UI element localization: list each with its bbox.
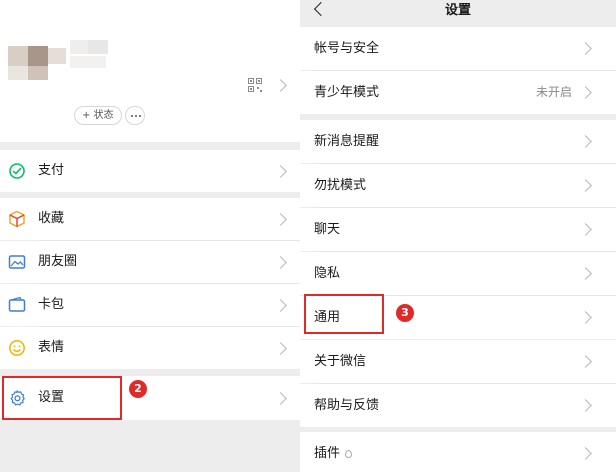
- status-row: + 状态: [0, 106, 300, 126]
- settings-item-label: 关于微信: [314, 354, 367, 369]
- settings-item-label: 插件: [314, 446, 341, 461]
- settings-item-label: 隐私: [314, 266, 341, 281]
- menu-item-stickers[interactable]: 表情: [0, 327, 300, 369]
- settings-item-label: 聊天: [314, 222, 341, 237]
- profile-chevron-right-icon: [274, 79, 287, 92]
- menu-item-label: 收藏: [38, 211, 65, 226]
- chevron-right-icon: [579, 267, 592, 280]
- settings-item-label: 帮助与反馈: [314, 398, 380, 413]
- menu-item-moments[interactable]: 朋友圈: [0, 241, 300, 283]
- add-status-button[interactable]: + 状态: [74, 106, 122, 125]
- favorites-icon: [9, 210, 25, 228]
- settings-item-account-security[interactable]: 帐号与安全: [300, 27, 616, 70]
- chevron-right-icon: [579, 447, 592, 460]
- settings-item-label: 新消息提醒: [314, 134, 380, 149]
- settings-item-label: 帐号与安全: [314, 41, 380, 56]
- plugin-marker-icon: [345, 449, 353, 458]
- pay-icon: [9, 163, 25, 179]
- chevron-right-icon: [274, 342, 287, 355]
- more-dot-icon: [131, 115, 133, 117]
- chevron-right-icon: [274, 299, 287, 312]
- menu-item-label: 表情: [38, 340, 65, 355]
- step-badge-2: 2: [129, 380, 147, 398]
- me-page: + 状态 支付 收藏 朋友圈 卡包 表情 设置 2: [0, 0, 300, 472]
- settings-page: 设置 帐号与安全 青少年模式 未开启 新消息提醒 勿扰模式 聊天 隐私 通用 关…: [300, 0, 616, 472]
- settings-item-label: 勿扰模式: [314, 178, 367, 193]
- chevron-right-icon: [579, 311, 592, 324]
- settings-item-new-message-alerts[interactable]: 新消息提醒: [300, 120, 616, 163]
- step-badge-3: 3: [396, 304, 414, 322]
- chevron-right-icon: [579, 399, 592, 412]
- menu-item-favorites[interactable]: 收藏: [0, 198, 300, 240]
- settings-item-help-feedback[interactable]: 帮助与反馈: [300, 384, 616, 427]
- menu-item-label: 卡包: [38, 297, 65, 312]
- profile-header[interactable]: + 状态: [0, 0, 300, 142]
- chevron-right-icon: [579, 42, 592, 55]
- chevron-right-icon: [579, 86, 592, 99]
- card-wallet-icon: [8, 296, 26, 312]
- menu-item-pay[interactable]: 支付: [0, 150, 300, 192]
- menu-item-label: 朋友圈: [38, 254, 78, 269]
- settings-item-privacy[interactable]: 隐私: [300, 252, 616, 295]
- chevron-right-icon: [579, 355, 592, 368]
- more-dot-icon: [135, 115, 137, 117]
- chevron-right-icon: [274, 392, 287, 405]
- highlight-box-general: [304, 294, 384, 334]
- chevron-right-icon: [579, 179, 592, 192]
- menu-item-card-wallet[interactable]: 卡包: [0, 284, 300, 326]
- sticker-icon: [9, 340, 25, 356]
- blurred-avatar-and-name: [8, 38, 118, 84]
- chevron-right-icon: [579, 135, 592, 148]
- more-dot-icon: [139, 115, 141, 117]
- settings-item-label-wrap: 插件: [314, 432, 353, 472]
- settings-item-do-not-disturb[interactable]: 勿扰模式: [300, 164, 616, 207]
- chevron-right-icon: [579, 223, 592, 236]
- moments-icon: [8, 255, 26, 269]
- highlight-box-settings: [2, 376, 122, 420]
- chevron-right-icon: [274, 256, 287, 269]
- chevron-right-icon: [274, 165, 287, 178]
- settings-item-chat[interactable]: 聊天: [300, 208, 616, 251]
- menu-item-label: 支付: [38, 163, 65, 178]
- qr-code-icon[interactable]: [248, 78, 262, 92]
- settings-item-label: 青少年模式: [314, 85, 380, 100]
- settings-item-teen-mode[interactable]: 青少年模式 未开启: [300, 71, 616, 114]
- more-button[interactable]: [125, 106, 145, 125]
- page-title: 设置: [444, 3, 471, 18]
- teen-mode-status: 未开启: [535, 85, 572, 99]
- chevron-right-icon: [274, 213, 287, 226]
- nav-bar: 设置: [300, 0, 616, 26]
- settings-item-about-wechat[interactable]: 关于微信: [300, 340, 616, 383]
- settings-item-plugins[interactable]: 插件: [300, 432, 616, 472]
